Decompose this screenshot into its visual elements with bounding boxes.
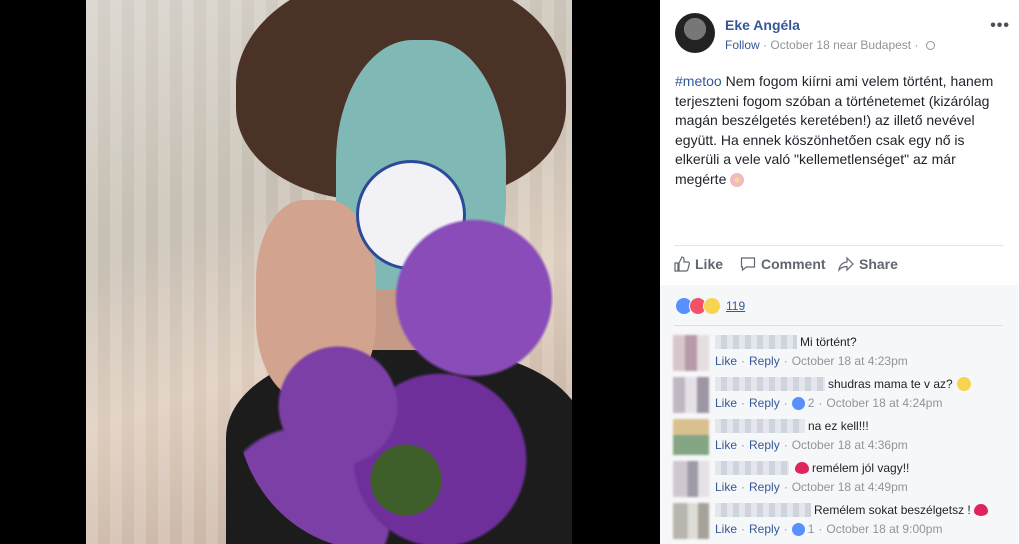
reaction-count[interactable]: 119 — [726, 299, 745, 313]
post-sidebar: Eke Angéla Follow · October 18 near Buda… — [660, 0, 1019, 544]
comment-reply-link[interactable]: Reply — [749, 354, 780, 368]
comment-time[interactable]: October 18 at 4:24pm — [826, 396, 942, 410]
comment-line: remélem jól vagy!! — [715, 461, 909, 475]
commenter-avatar[interactable] — [673, 335, 709, 371]
commenter-name-blurred[interactable] — [715, 503, 811, 517]
dot-separator: · — [783, 354, 788, 368]
divider — [674, 325, 1003, 326]
comment-actions: Like · Reply · 2 · October 18 at 4:24pm — [715, 396, 942, 410]
reactions-summary[interactable]: 119 — [675, 297, 745, 315]
post-actions: Like Comment Share — [674, 256, 1004, 278]
post-header: Eke Angéla Follow · October 18 near Buda… — [675, 13, 1010, 57]
wow-emoji-icon — [956, 377, 971, 391]
comment-line: shudras mama te v az? — [715, 377, 971, 391]
commenter-name-blurred[interactable] — [715, 461, 789, 475]
comment-item: na ez kell!!! Like · Reply · October 18 … — [660, 417, 1019, 459]
dot-separator: · — [741, 396, 746, 410]
commenter-name-blurred[interactable] — [715, 335, 797, 349]
dot-separator: · — [783, 396, 788, 410]
post-text: #metoo Nem fogom kiírni ami velem történ… — [675, 72, 995, 189]
comment-time[interactable]: October 18 at 4:36pm — [792, 438, 908, 452]
author-name[interactable]: Eke Angéla — [725, 17, 800, 33]
post-photo[interactable] — [86, 0, 572, 544]
comments-section: 119 Mi történt? Like · Reply · October 1… — [660, 285, 1019, 544]
comment-like-link[interactable]: Like — [715, 354, 737, 368]
comment-reply-link[interactable]: Reply — [749, 438, 780, 452]
comment-text: remélem jól vagy!! — [812, 461, 910, 475]
comment-item: Remélem sokat beszélgetsz ! Like · Reply… — [660, 501, 1019, 543]
dot-separator: · — [818, 396, 823, 410]
dot-separator: · — [741, 522, 746, 536]
comment-time[interactable]: October 18 at 4:23pm — [792, 354, 908, 368]
post-body: Nem fogom kiírni ami velem történt, hane… — [675, 73, 994, 187]
dot-separator: · — [741, 438, 746, 452]
comment-like-count[interactable]: 2 — [808, 396, 815, 410]
heart-emoji-icon — [795, 462, 809, 474]
divider — [674, 245, 1003, 246]
share-button[interactable]: Share — [838, 256, 898, 272]
comment-like-link[interactable]: Like — [715, 480, 737, 494]
like-label: Like — [695, 256, 724, 272]
comment-icon — [740, 257, 756, 272]
dot-separator: · — [783, 480, 788, 494]
comment-like-badge-icon — [791, 522, 805, 536]
commenter-avatar[interactable] — [673, 377, 709, 413]
share-icon — [838, 256, 854, 272]
comment-actions: Like · Reply · October 18 at 4:49pm — [715, 480, 908, 494]
comment-line: Remélem sokat beszélgetsz ! — [715, 503, 991, 517]
comment-time[interactable]: October 18 at 4:49pm — [792, 480, 908, 494]
comment-like-link[interactable]: Like — [715, 522, 737, 536]
comment-like-count[interactable]: 1 — [808, 522, 815, 536]
comment-like-link[interactable]: Like — [715, 438, 737, 452]
dot-separator: · — [783, 438, 788, 452]
comment-item: shudras mama te v az? Like · Reply · 2 ·… — [660, 375, 1019, 417]
meta-separator: · — [914, 38, 922, 52]
dot-separator: · — [741, 480, 746, 494]
comment-text: na ez kell!!! — [808, 419, 869, 433]
commenter-avatar[interactable] — [673, 461, 709, 497]
hashtag-link[interactable]: #metoo — [675, 73, 722, 89]
comment-time[interactable]: October 18 at 9:00pm — [826, 522, 942, 536]
comment-reply-link[interactable]: Reply — [749, 522, 780, 536]
author-avatar[interactable] — [675, 13, 715, 53]
comment-like-badge-icon — [791, 396, 805, 410]
dot-separator: · — [818, 522, 823, 536]
photo-leaves — [306, 420, 506, 540]
globe-icon[interactable] — [925, 41, 935, 51]
more-options-icon[interactable]: ••• — [990, 17, 1010, 35]
like-button[interactable]: Like — [674, 256, 723, 272]
comment-button[interactable]: Comment — [740, 256, 826, 272]
comment-line: Mi történt? — [715, 335, 857, 349]
commenter-name-blurred[interactable] — [715, 419, 805, 433]
comment-text: Mi történt? — [800, 335, 857, 349]
comment-text: shudras mama te v az? — [828, 377, 953, 391]
thumbs-up-icon — [674, 256, 690, 272]
dot-separator: · — [741, 354, 746, 368]
comment-label: Comment — [761, 256, 826, 272]
commenter-avatar[interactable] — [673, 419, 709, 455]
comment-actions: Like · Reply · October 18 at 4:23pm — [715, 354, 908, 368]
post-meta: Follow · October 18 near Budapest · — [725, 38, 935, 52]
commenter-name-blurred[interactable] — [715, 377, 825, 391]
comment-text: Remélem sokat beszélgetsz ! — [814, 503, 971, 517]
sad-reaction-icon — [703, 297, 721, 315]
comment-like-link[interactable]: Like — [715, 396, 737, 410]
share-label: Share — [859, 256, 898, 272]
photo-viewer — [0, 0, 660, 544]
heart-emoji-icon — [973, 504, 988, 516]
dot-separator: · — [783, 522, 788, 536]
comment-list: Mi történt? Like · Reply · October 18 at… — [660, 333, 1019, 543]
comment-actions: Like · Reply · October 18 at 4:36pm — [715, 438, 908, 452]
post-date[interactable]: October 18 near Budapest — [770, 38, 911, 52]
comment-reply-link[interactable]: Reply — [749, 480, 780, 494]
comment-line: na ez kell!!! — [715, 419, 869, 433]
comment-item: remélem jól vagy!! Like · Reply · Octobe… — [660, 459, 1019, 501]
commenter-avatar[interactable] — [673, 503, 709, 539]
flower-emoji-icon — [730, 172, 745, 187]
follow-link[interactable]: Follow — [725, 38, 760, 52]
comment-item: Mi történt? Like · Reply · October 18 at… — [660, 333, 1019, 375]
comment-actions: Like · Reply · 1 · October 18 at 9:00pm — [715, 522, 942, 536]
comment-reply-link[interactable]: Reply — [749, 396, 780, 410]
